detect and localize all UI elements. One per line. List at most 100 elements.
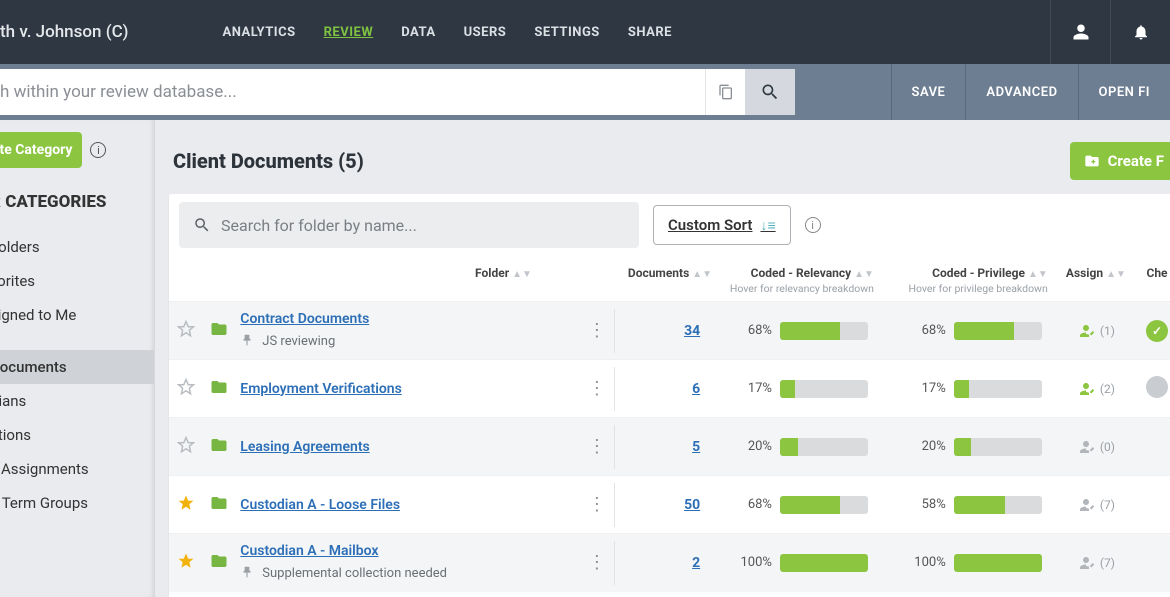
- privilege-bar: [954, 554, 1042, 572]
- check-icon: [1146, 376, 1168, 398]
- col-documents[interactable]: Documents▲▼: [622, 258, 706, 302]
- kebab-icon[interactable]: ⋮: [588, 436, 606, 457]
- star-icon[interactable]: [177, 442, 195, 458]
- nav-settings[interactable]: SETTINGS: [520, 25, 614, 40]
- case-title[interactable]: th v. Johnson (C): [0, 22, 148, 42]
- kebab-icon[interactable]: ⋮: [588, 494, 606, 515]
- assign-cell[interactable]: (2): [1060, 380, 1132, 398]
- custom-sort-button[interactable]: Custom Sort ↓≡: [653, 205, 791, 245]
- table-row: Custodian A - Mailbox Supplemental colle…: [169, 534, 1170, 592]
- sidebar-item-review-assign[interactable]: v Assignments: [0, 452, 154, 486]
- global-search-input[interactable]: [0, 69, 705, 115]
- privilege-pct: 20%: [906, 439, 946, 454]
- privilege-pct: 68%: [906, 323, 946, 338]
- sidebar-list-categories: Documents dians ctions v Assignments n T…: [0, 350, 154, 520]
- nav-analytics[interactable]: ANALYTICS: [208, 25, 309, 40]
- assign-cell[interactable]: (1): [1060, 322, 1132, 340]
- search-icon[interactable]: [745, 69, 795, 115]
- relevancy-bar: [780, 554, 868, 572]
- table-row: Contract Documents JS reviewing ⋮ 34 68%…: [169, 302, 1170, 360]
- assign-cell[interactable]: (7): [1060, 496, 1132, 514]
- folder-icon: [210, 558, 228, 574]
- open-filter-button[interactable]: OPEN FI: [1078, 64, 1170, 120]
- search-actions: SAVE ADVANCED OPEN FI: [795, 64, 1170, 120]
- folder-name-link[interactable]: Employment Verifications: [240, 381, 402, 397]
- assign-cell[interactable]: (0): [1060, 438, 1132, 456]
- sort-icon: ↓≡: [760, 217, 775, 234]
- folder-name-link[interactable]: Custodian A - Loose Files: [240, 497, 400, 513]
- folders-table: Folder▲▼ Documents▲▼ Coded - Relevancy▲▼…: [169, 258, 1170, 592]
- create-category-button[interactable]: ate Category: [0, 132, 82, 168]
- doc-count-link[interactable]: 6: [692, 381, 700, 397]
- custom-sort-label: Custom Sort: [668, 216, 752, 234]
- sidebar-item-all-folders[interactable]: Folders: [0, 230, 154, 264]
- sidebar-item-custodians[interactable]: dians: [0, 384, 154, 418]
- privilege-cell: 100%: [886, 554, 1048, 572]
- pin-icon: [240, 333, 254, 351]
- relevancy-pct: 68%: [732, 497, 772, 512]
- nav-data[interactable]: DATA: [387, 25, 449, 40]
- relevancy-bar: [780, 322, 868, 340]
- sidebar-item-assigned[interactable]: signed to Me: [0, 298, 154, 332]
- copies-icon[interactable]: [705, 69, 745, 115]
- privilege-pct: 100%: [906, 555, 946, 570]
- folder-name-link[interactable]: Leasing Agreements: [240, 439, 369, 455]
- kebab-icon[interactable]: ⋮: [588, 320, 606, 341]
- col-relevancy[interactable]: Coded - Relevancy▲▼Hover for relevancy b…: [706, 258, 880, 302]
- sidebar-heading: R CATEGORIES: [0, 182, 154, 222]
- nav-users[interactable]: USERS: [450, 25, 521, 40]
- col-folder[interactable]: Folder▲▼: [234, 258, 582, 302]
- kebab-icon[interactable]: ⋮: [588, 378, 606, 399]
- primary-nav: ANALYTICS REVIEW DATA USERS SETTINGS SHA…: [208, 25, 686, 40]
- col-check: Che: [1138, 258, 1170, 302]
- col-assign[interactable]: Assign▲▼: [1054, 258, 1138, 302]
- nav-share[interactable]: SHARE: [614, 25, 686, 40]
- table-row: Leasing Agreements ⋮ 5 20% 20% (0): [169, 418, 1170, 476]
- relevancy-cell: 68%: [712, 322, 874, 340]
- privilege-cell: 58%: [886, 496, 1048, 514]
- privilege-pct: 17%: [906, 381, 946, 396]
- doc-count-link[interactable]: 34: [684, 323, 700, 339]
- doc-count-link[interactable]: 50: [684, 497, 700, 513]
- privilege-bar: [954, 380, 1042, 398]
- save-button[interactable]: SAVE: [891, 64, 966, 120]
- table-row: Custodian A - Loose Files ⋮ 50 68% 58% (…: [169, 476, 1170, 534]
- info-icon[interactable]: i: [90, 142, 106, 158]
- relevancy-bar: [780, 380, 868, 398]
- kebab-icon[interactable]: ⋮: [588, 552, 606, 573]
- bell-icon[interactable]: [1110, 0, 1170, 64]
- create-folder-button[interactable]: Create F: [1070, 142, 1170, 180]
- relevancy-cell: 17%: [712, 380, 874, 398]
- folder-search[interactable]: [179, 202, 639, 248]
- sidebar-item-documents[interactable]: Documents: [0, 350, 154, 384]
- check-icon: ✓: [1146, 320, 1168, 342]
- privilege-bar: [954, 438, 1042, 456]
- star-icon[interactable]: [177, 384, 195, 400]
- relevancy-pct: 100%: [732, 555, 772, 570]
- star-icon[interactable]: [177, 558, 195, 574]
- assign-cell[interactable]: (7): [1060, 554, 1132, 572]
- relevancy-pct: 20%: [732, 439, 772, 454]
- advanced-button[interactable]: ADVANCED: [965, 64, 1077, 120]
- folder-name-link[interactable]: Contract Documents: [240, 311, 369, 327]
- star-icon[interactable]: [177, 326, 195, 342]
- sidebar-item-term-groups[interactable]: n Term Groups: [0, 486, 154, 520]
- doc-count-link[interactable]: 2: [692, 555, 700, 571]
- sidebar-item-productions[interactable]: ctions: [0, 418, 154, 452]
- table-row: Employment Verifications ⋮ 6 17% 17% (2): [169, 360, 1170, 418]
- col-privilege[interactable]: Coded - Privilege▲▼Hover for privilege b…: [880, 258, 1054, 302]
- info-icon[interactable]: i: [805, 217, 821, 233]
- nav-review[interactable]: REVIEW: [310, 25, 388, 40]
- folder-search-input[interactable]: [221, 216, 625, 235]
- folder-icon: [210, 442, 228, 458]
- relevancy-cell: 20%: [712, 438, 874, 456]
- user-icon[interactable]: [1050, 0, 1110, 64]
- star-icon[interactable]: [177, 500, 195, 516]
- privilege-bar: [954, 322, 1042, 340]
- row-note: Supplemental collection needed: [240, 565, 576, 583]
- topbar: th v. Johnson (C) ANALYTICS REVIEW DATA …: [0, 0, 1170, 64]
- sidebar-item-favorites[interactable]: vorites: [0, 264, 154, 298]
- folder-name-link[interactable]: Custodian A - Mailbox: [240, 543, 378, 559]
- privilege-bar: [954, 496, 1042, 514]
- doc-count-link[interactable]: 5: [692, 439, 700, 455]
